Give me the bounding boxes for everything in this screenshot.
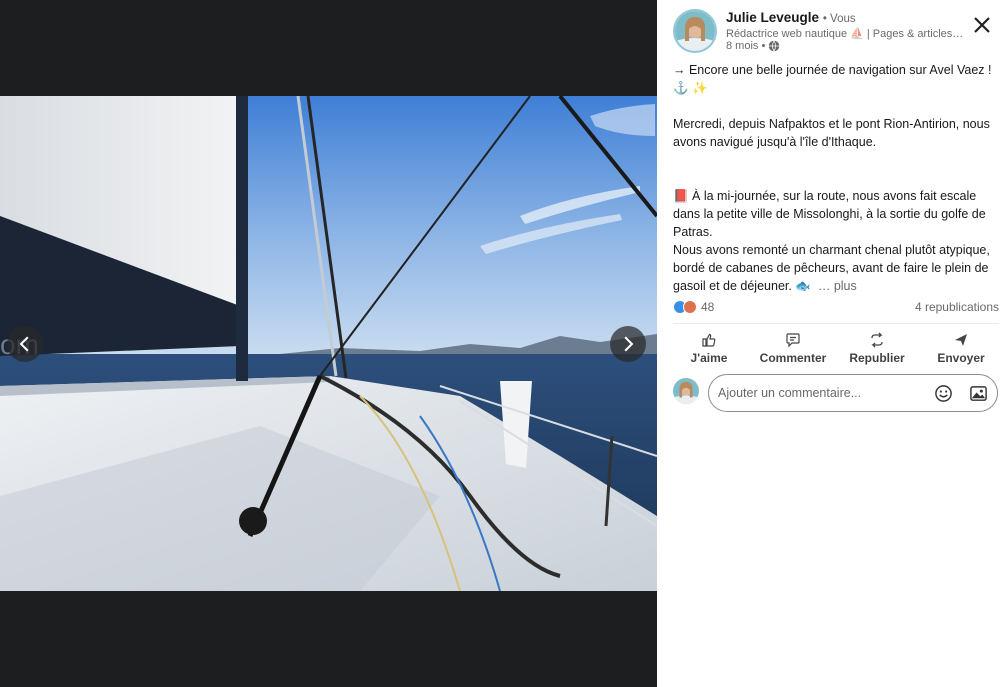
reaction-count[interactable]: 48: [701, 300, 714, 314]
repost-button[interactable]: Republier: [835, 328, 919, 368]
like-button[interactable]: J'aime: [667, 328, 751, 368]
post-body: → Encore une belle journée de navigation…: [673, 61, 1001, 295]
post-photo[interactable]: om: [0, 96, 657, 591]
next-photo-button[interactable]: [610, 326, 646, 362]
media-viewer: om: [0, 0, 657, 687]
reactions-summary[interactable]: 48: [673, 300, 714, 314]
globe-icon: [769, 40, 780, 52]
social-counts: 48 4 republications: [673, 300, 999, 318]
post-paragraph-3b: Nous avons remonté un charmant chenal pl…: [673, 241, 1001, 295]
thumbs-up-icon: [702, 333, 716, 347]
author-relationship: • Vous: [822, 13, 856, 25]
post-line-1-emojis: ⚓ ✨: [673, 81, 708, 95]
action-bar: J'aime Commenter Republier Envoyer: [667, 328, 1003, 368]
author-name-text[interactable]: Julie Leveugle: [726, 10, 819, 25]
emoji-icon[interactable]: [934, 384, 953, 403]
close-button[interactable]: [971, 14, 993, 36]
divider: [673, 323, 999, 324]
love-reaction-icon: [683, 300, 697, 314]
send-button[interactable]: Envoyer: [919, 328, 1003, 368]
author-name[interactable]: Julie Leveugle • Vous: [726, 10, 856, 25]
chevron-right-icon: [624, 336, 634, 352]
repost-icon: [871, 332, 883, 347]
post-line-1: → Encore une belle journée de navigation…: [673, 61, 1001, 79]
comment-icon: [786, 332, 800, 347]
image-icon[interactable]: [969, 384, 988, 403]
profile-photo-icon: [673, 378, 699, 404]
author-avatar[interactable]: [673, 9, 717, 53]
chevron-left-icon: [19, 336, 29, 352]
send-icon: [955, 333, 967, 346]
post-paragraph-2: Mercredi, depuis Nafpaktos et le pont Ri…: [673, 117, 990, 149]
post-detail-panel: Julie Leveugle • Vous Rédactrice web nau…: [657, 0, 1006, 687]
comment-input[interactable]: [718, 375, 918, 411]
like-label: J'aime: [690, 350, 728, 365]
profile-photo-icon: [675, 11, 715, 51]
send-label: Envoyer: [937, 350, 985, 365]
post-age: 8 mois •: [726, 40, 766, 52]
repost-count[interactable]: 4 republications: [915, 300, 999, 314]
comment-button[interactable]: Commenter: [751, 328, 835, 368]
post-paragraph-3a: 📕 À la mi-journée, sur la route, nous av…: [673, 189, 986, 239]
post-header: Julie Leveugle • Vous Rédactrice web nau…: [673, 9, 993, 55]
see-more-link[interactable]: … plus: [818, 279, 857, 293]
comment-label: Commenter: [759, 350, 827, 365]
repost-label: Republier: [849, 350, 905, 365]
previous-photo-button[interactable]: [7, 326, 43, 362]
comment-box[interactable]: [708, 374, 998, 412]
author-headline: Rédactrice web nautique ⛵ | Pages & arti…: [726, 28, 964, 40]
comment-composer: [673, 374, 999, 412]
sailboat-photo: om: [0, 96, 657, 591]
current-user-avatar: [673, 378, 699, 404]
post-meta: 8 mois •: [726, 40, 780, 52]
post-line-1-text: → Encore une belle journée de navigation…: [673, 63, 992, 77]
